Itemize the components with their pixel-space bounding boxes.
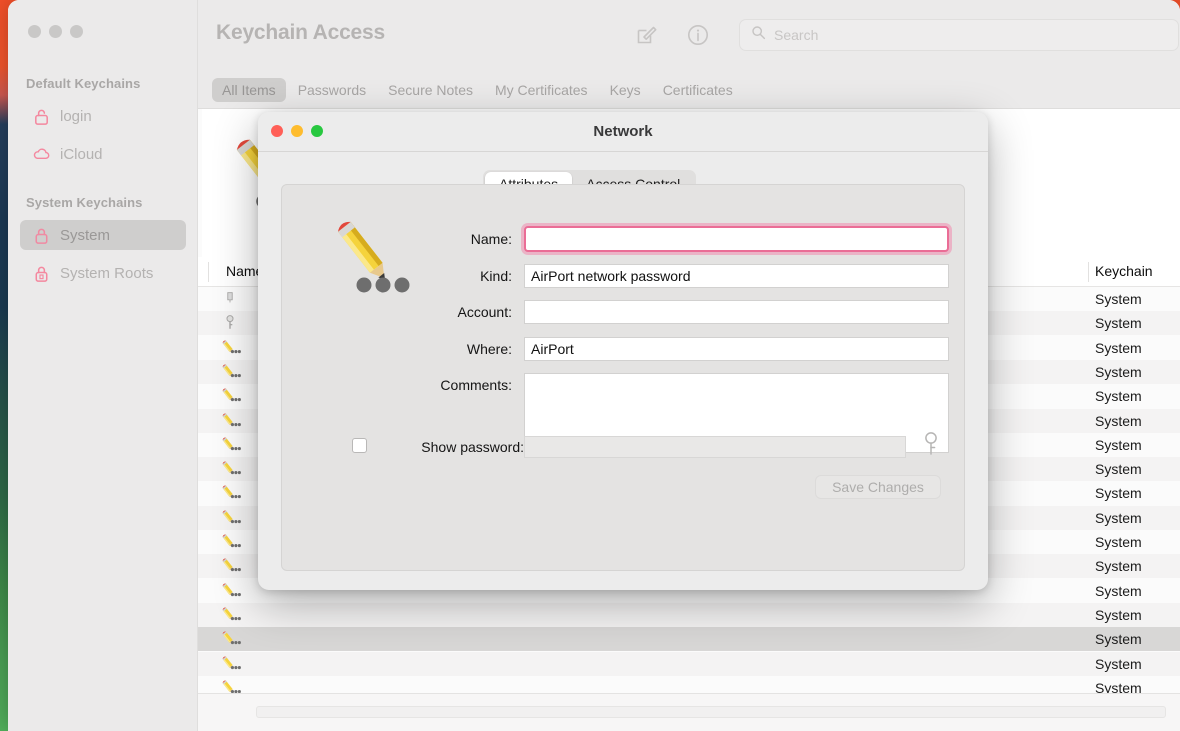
row-keychain-cell: System xyxy=(1095,363,1142,380)
where-field-label: Where: xyxy=(466,341,512,357)
column-divider xyxy=(1088,262,1089,282)
name-field-label: Name: xyxy=(470,231,512,247)
sidebar-item-system-roots[interactable]: System Roots xyxy=(20,258,186,288)
network-item-dialog: Network Attributes Access Control xyxy=(258,112,988,590)
sidebar-item-label: System xyxy=(60,226,111,244)
kind-input[interactable]: AirPort network password xyxy=(524,264,949,288)
minimize-button[interactable] xyxy=(49,25,62,38)
sidebar-item-label: login xyxy=(60,107,92,125)
locked-padlock-icon xyxy=(32,226,51,245)
sidebar-item-system[interactable]: System xyxy=(20,220,186,250)
zoom-button[interactable] xyxy=(70,25,83,38)
tab-passwords[interactable]: Passwords xyxy=(288,78,376,102)
attributes-panel: Name: Kind: AirPort network password Acc… xyxy=(281,184,965,571)
dialog-title: Network xyxy=(593,123,653,140)
sidebar-item-login[interactable]: login xyxy=(20,101,186,131)
password-icon xyxy=(222,460,241,478)
status-bar-strip xyxy=(256,706,1166,718)
comments-field-label: Comments: xyxy=(440,377,512,393)
row-keychain-cell: System xyxy=(1095,291,1142,307)
table-row[interactable]: System xyxy=(198,602,1180,627)
password-icon xyxy=(222,630,241,648)
account-field-label: Account: xyxy=(457,304,512,320)
tab-keys[interactable]: Keys xyxy=(600,78,651,102)
sidebar-item-icloud[interactable]: iCloud xyxy=(20,139,186,169)
sidebar-item-label: System Roots xyxy=(60,264,154,282)
table-row[interactable]: System xyxy=(198,627,1180,652)
category-tab-bar: All Items Passwords Secure Notes My Cert… xyxy=(198,71,1180,109)
tab-all-items[interactable]: All Items xyxy=(212,77,286,102)
sidebar-group-system-keychains: System Keychains xyxy=(26,195,143,210)
password-icon xyxy=(222,363,241,381)
row-keychain-cell: System xyxy=(1095,534,1142,550)
password-icon xyxy=(222,582,241,600)
certificate-icon xyxy=(222,290,240,308)
row-keychain-cell: System xyxy=(1095,582,1142,599)
password-icon xyxy=(222,412,241,430)
password-icon xyxy=(222,484,241,502)
password-icon xyxy=(222,655,241,673)
password-icon xyxy=(222,339,241,357)
tab-my-certificates[interactable]: My Certificates xyxy=(485,78,598,102)
password-icon xyxy=(222,557,241,575)
info-icon[interactable] xyxy=(685,22,711,48)
app-title: Keychain Access xyxy=(216,21,385,44)
password-icon xyxy=(222,533,241,551)
row-keychain-cell: System xyxy=(1095,558,1142,575)
row-keychain-cell: System xyxy=(1095,388,1142,405)
row-keychain-cell: System xyxy=(1095,461,1142,478)
row-keychain-cell: System xyxy=(1095,485,1142,502)
search-icon xyxy=(751,25,766,45)
password-icon xyxy=(222,387,241,405)
dialog-titlebar: Network xyxy=(258,112,988,152)
name-input[interactable] xyxy=(524,226,949,252)
tab-certificates[interactable]: Certificates xyxy=(653,78,743,102)
account-input[interactable] xyxy=(524,300,949,324)
password-input[interactable] xyxy=(524,436,906,458)
search-placeholder: Search xyxy=(774,27,819,43)
password-icon xyxy=(222,606,241,624)
unlocked-padlock-icon xyxy=(32,107,51,126)
main-window-traffic-lights xyxy=(28,25,83,38)
save-changes-button[interactable]: Save Changes xyxy=(815,475,941,499)
row-keychain-cell: System xyxy=(1095,509,1142,526)
password-icon xyxy=(222,436,241,454)
row-keychain-cell: System xyxy=(1095,606,1142,623)
show-password-label: Show password: xyxy=(421,439,524,455)
close-button[interactable] xyxy=(28,25,41,38)
sidebar: Default Keychains login iCloud System Ke… xyxy=(8,0,198,731)
where-input[interactable]: AirPort xyxy=(524,337,949,361)
status-bar xyxy=(198,693,1180,731)
row-keychain-cell: System xyxy=(1095,339,1142,356)
row-keychain-cell: System xyxy=(1095,412,1142,429)
cloud-icon xyxy=(32,145,51,164)
row-keychain-cell: System xyxy=(1095,436,1142,453)
certificate-padlock-icon xyxy=(32,264,51,283)
row-keychain-cell: System xyxy=(1095,631,1142,648)
table-row[interactable]: System xyxy=(198,651,1180,676)
tab-secure-notes[interactable]: Secure Notes xyxy=(378,78,483,102)
column-header-keychain[interactable]: Keychain xyxy=(1095,263,1153,279)
search-input[interactable]: Search xyxy=(739,19,1179,51)
key-icon xyxy=(222,314,240,332)
row-keychain-cell: System xyxy=(1095,315,1142,332)
sidebar-group-default-keychains: Default Keychains xyxy=(26,76,141,91)
kind-field-label: Kind: xyxy=(480,268,512,284)
toolbar: Keychain Access Search xyxy=(198,0,1180,71)
sidebar-item-label: iCloud xyxy=(60,145,103,163)
key-icon[interactable] xyxy=(922,431,940,457)
compose-icon[interactable] xyxy=(634,22,660,48)
row-keychain-cell: System xyxy=(1095,655,1142,672)
column-divider xyxy=(208,262,209,282)
password-pencil-icon xyxy=(322,213,410,301)
password-icon xyxy=(222,509,241,527)
